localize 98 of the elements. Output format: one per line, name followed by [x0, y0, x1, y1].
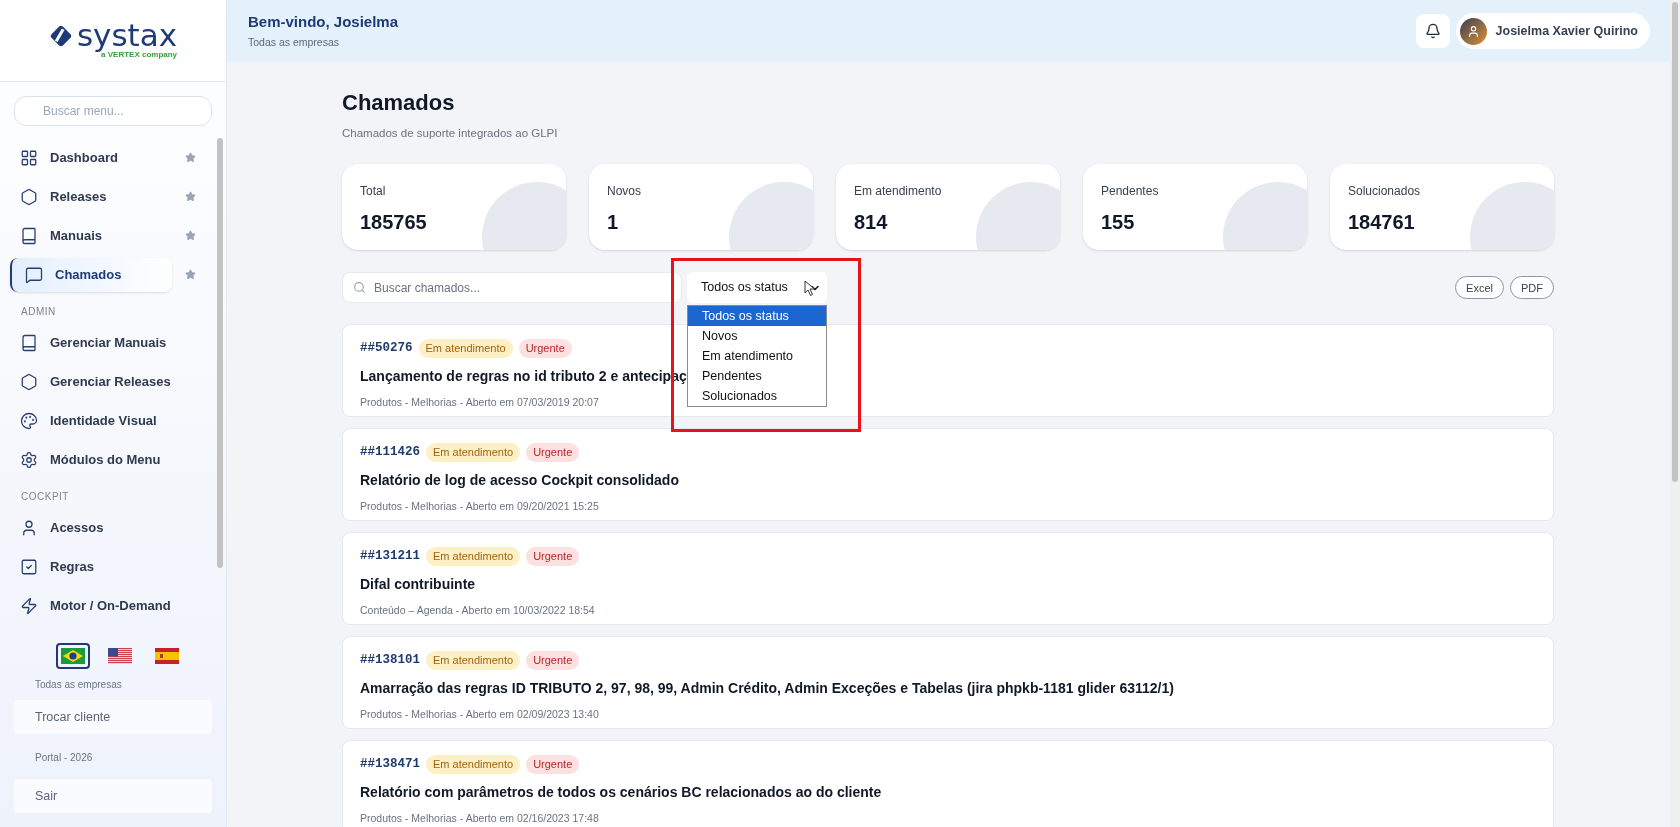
star-icon[interactable]	[185, 152, 196, 163]
stat-label: Solucionados	[1348, 183, 1422, 201]
sidebar-item[interactable]: Releases	[10, 179, 172, 214]
palette-icon	[20, 411, 38, 430]
status-badge: Em atendimento	[426, 651, 521, 670]
search-icon	[353, 281, 366, 295]
stat-value: 184761	[1348, 210, 1416, 236]
ticket-meta: Produtos - Melhorias - Aberto em 09/20/2021 15:25	[360, 499, 599, 514]
stat-label: Total	[360, 183, 387, 201]
sidebar-item[interactable]: Gerenciar Manuais	[10, 325, 172, 360]
book-icon	[20, 226, 38, 245]
sidebar-item[interactable]: Identidade Visual	[10, 403, 172, 438]
ticket-id: ##50276	[360, 340, 413, 358]
status-badge: Em atendimento	[426, 547, 521, 566]
hexagon-icon	[20, 187, 38, 206]
ticket-meta: Conteúdo – Agenda - Aberto em 10/03/2022 18:54	[360, 603, 595, 618]
stat-label: Pendentes	[1101, 183, 1160, 201]
logo-wordmark: systax	[76, 20, 178, 51]
sidebar-item[interactable]: Manuais	[10, 218, 172, 253]
book-icon	[20, 333, 38, 352]
stat-value: 185765	[360, 210, 428, 236]
ticket-id: ##138101	[360, 652, 420, 670]
stat-value: 1	[607, 210, 620, 236]
ticket-card[interactable]: ##131211 Em atendimento Urgente Difal contribuinte Conteúdo – Agenda - Aberto em 10/03/2022 18:54	[342, 532, 1554, 626]
user-menu-button[interactable]: Josielma Xavier Quirino	[1455, 13, 1650, 49]
page-subtitle: Chamados de suporte integrados ao GLPI	[342, 126, 559, 141]
scrollbar[interactable]	[1672, 2, 1678, 482]
export-button[interactable]: Excel	[1455, 276, 1504, 300]
stat-value: 155	[1101, 210, 1136, 236]
bell-icon	[1424, 23, 1441, 39]
status-badge: Em atendimento	[418, 339, 513, 358]
notifications-button[interactable]	[1415, 14, 1450, 48]
priority-badge: Urgente	[526, 547, 580, 566]
usa-flag-icon	[108, 648, 132, 664]
ticket-card[interactable]: ##111426 Em atendimento Urgente Relatório de log de acesso Cockpit consolidado Produtos - Melhorias - Aberto em 09/20/2021 15:25	[342, 428, 1554, 522]
dropdown-option[interactable]: Solucionados	[688, 386, 826, 407]
sidebar-item[interactable]: Regras	[10, 549, 172, 584]
logo-tagline: a VERTEX company	[101, 50, 178, 61]
status-select[interactable]: Todos os status	[687, 272, 827, 304]
ticket-id: ##138471	[360, 756, 420, 774]
ticket-id: ##111426	[360, 444, 420, 462]
sidebar-item[interactable]: Acessos	[10, 510, 172, 545]
star-icon[interactable]	[185, 230, 196, 241]
menu-search-field[interactable]: Buscar menu...	[14, 96, 212, 126]
sidebar-item[interactable]: Dashboard	[10, 140, 172, 175]
ticket-title: Difal contribuinte	[360, 575, 476, 594]
section-heading: COCKPIT	[20, 490, 70, 504]
priority-badge: Urgente	[526, 651, 580, 670]
hexagon-icon	[20, 372, 38, 391]
company-label: Todas as empresas	[34, 678, 123, 692]
spain-flag-icon	[155, 648, 179, 664]
ticket-title: Relatório com parâmetros de todos os cenários BC relacionados ao do cliente	[360, 783, 882, 802]
priority-badge: Urgente	[518, 339, 572, 358]
chat-bubble-icon	[25, 265, 43, 284]
lightning-icon	[20, 596, 38, 615]
ticket-title: Relatório de log de acesso Cockpit consolidado	[360, 471, 679, 490]
language-button[interactable]	[56, 643, 90, 669]
priority-badge: Urgente	[526, 755, 580, 774]
cursor-icon	[804, 280, 816, 298]
dropdown-option[interactable]: Novos	[688, 326, 826, 347]
sidebar-item[interactable]: Gerenciar Releases	[10, 364, 172, 399]
ticket-title: Amarração das regras ID TRIBUTO 2, 97, 98, 99, Admin Crédito, Admin Exceções e Tabelas (jira phpkb-1181 glider 63112/1)	[360, 679, 1174, 698]
ticket-id: ##131211	[360, 548, 420, 566]
export-button[interactable]: PDF	[1510, 276, 1554, 300]
user-icon	[1466, 24, 1480, 38]
ticket-meta: Produtos - Melhorias - Aberto em 02/09/2023 13:40	[360, 707, 599, 722]
ticket-card[interactable]: ##138471 Em atendimento Urgente Relatório com parâmetros de todos os cenários BC relacionados ao do cliente Produtos - Melhorias - Aberto em 02/16/2023 17:48	[342, 740, 1554, 827]
ticket-search-field[interactable]: Buscar chamados...	[342, 272, 682, 304]
ticket-meta: Produtos - Melhorias - Aberto em 07/03/2019 20:07	[360, 395, 599, 410]
dropdown-option[interactable]: Pendentes	[688, 366, 826, 387]
star-icon[interactable]	[185, 269, 196, 280]
sidebar-item[interactable]: Módulos do Menu	[10, 442, 172, 477]
version-label: Portal - 2026	[34, 751, 94, 765]
logout-button[interactable]: Sair	[14, 779, 212, 813]
switch-client-button[interactable]: Trocar cliente	[14, 700, 212, 734]
user-icon	[20, 518, 38, 537]
brazil-flag-icon	[61, 648, 85, 664]
status-badge: Em atendimento	[426, 443, 521, 462]
settings-icon	[20, 450, 38, 469]
stat-label: Em atendimento	[854, 183, 943, 201]
dropdown-option[interactable]: Todos os status	[688, 306, 826, 327]
stat-label: Novos	[607, 183, 642, 201]
star-icon[interactable]	[185, 191, 196, 202]
stat-value: 814	[854, 210, 889, 236]
sidebar-item[interactable]: Motor / On-Demand	[10, 588, 172, 623]
greeting: Bem-vindo, Josielma	[248, 11, 399, 32]
page-title: Chamados	[342, 89, 456, 117]
priority-badge: Urgente	[526, 443, 580, 462]
header-subtitle: Todas as empresas	[248, 35, 341, 51]
scrollbar[interactable]	[217, 138, 223, 568]
dropdown-option[interactable]: Em atendimento	[688, 346, 826, 367]
ticket-meta: Produtos - Melhorias - Aberto em 02/16/2023 17:48	[360, 811, 599, 826]
section-heading: ADMIN	[20, 305, 57, 319]
grid-icon	[20, 148, 38, 167]
checkbox-icon	[20, 557, 38, 576]
ticket-card[interactable]	[342, 636, 1554, 730]
sidebar-item[interactable]: Chamados	[10, 257, 172, 292]
status-badge: Em atendimento	[426, 755, 521, 774]
